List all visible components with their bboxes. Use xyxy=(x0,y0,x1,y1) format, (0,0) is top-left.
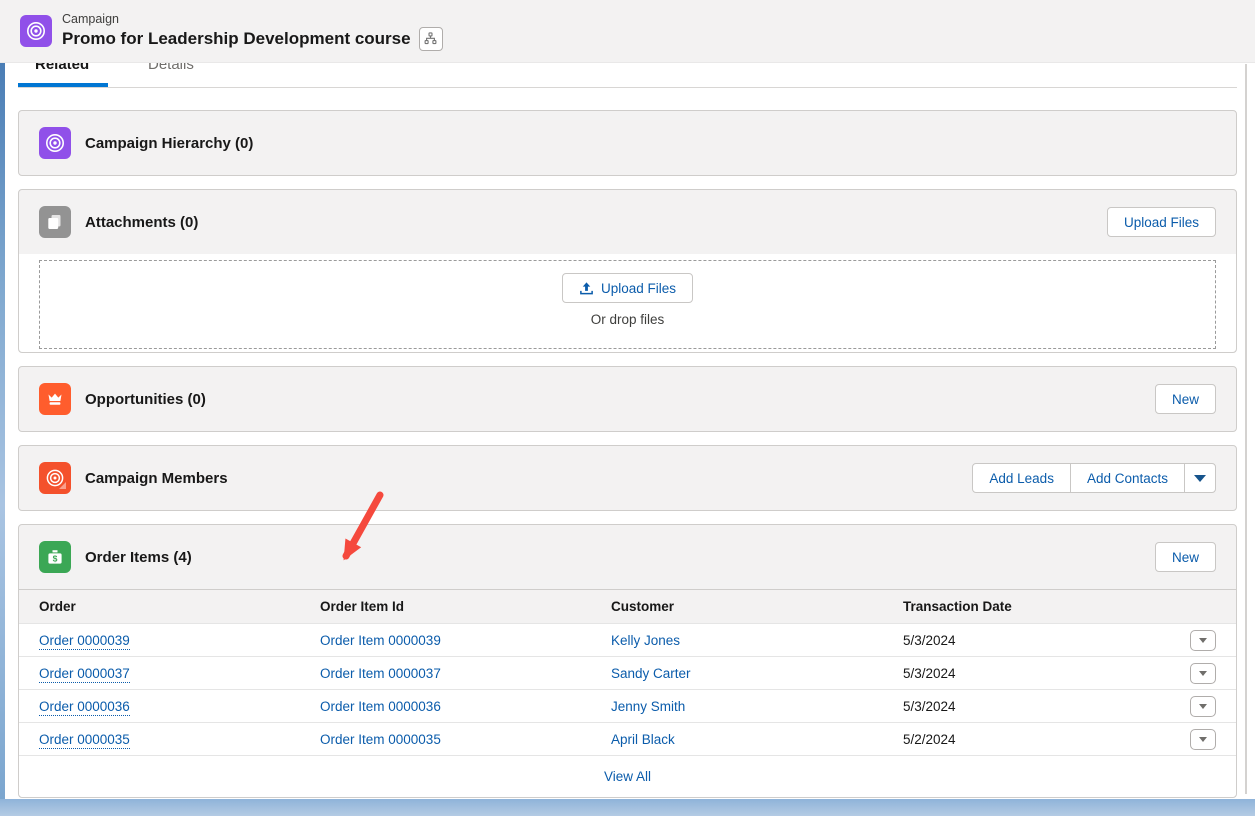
desktop-background-bottom xyxy=(0,799,1255,816)
order-items-card: $ Order Items (4) New OrderOrder Item Id… xyxy=(18,524,1237,798)
chevron-down-icon xyxy=(1194,475,1206,482)
tab-related[interactable]: Related xyxy=(35,63,89,73)
dropdown-icon xyxy=(1199,671,1207,676)
page-title: Promo for Leadership Development course xyxy=(62,28,411,49)
scrollbar-track[interactable] xyxy=(1245,64,1247,794)
campaign-hierarchy-title: Campaign Hierarchy (0) xyxy=(85,135,253,152)
opportunities-card: Opportunities (0) New xyxy=(18,366,1237,432)
opportunities-icon xyxy=(39,383,71,415)
desktop-background-left xyxy=(0,63,5,799)
order-item-id-link[interactable]: Order Item 0000039 xyxy=(320,633,441,648)
customer-link[interactable]: Kelly Jones xyxy=(611,633,680,648)
row-actions-button[interactable] xyxy=(1190,696,1216,717)
table-row: Order 0000036 Order Item 0000036 Jenny Smi… xyxy=(19,689,1236,722)
row-actions-button[interactable] xyxy=(1190,630,1216,651)
order-items-new-button[interactable]: New xyxy=(1155,542,1216,572)
add-leads-button[interactable]: Add Leads xyxy=(972,463,1071,493)
row-actions-button[interactable] xyxy=(1190,663,1216,684)
transaction-date: 5/3/2024 xyxy=(903,699,956,714)
campaign-hierarchy-icon xyxy=(39,127,71,159)
opportunities-new-button[interactable]: New xyxy=(1155,384,1216,414)
view-hierarchy-button[interactable] xyxy=(419,27,443,51)
table-row: Order 0000039 Order Item 0000039 Kelly Jon… xyxy=(19,623,1236,656)
order-items-table: OrderOrder Item IdCustomerTransaction Da… xyxy=(19,589,1236,797)
order-link[interactable]: Order 0000036 xyxy=(39,699,130,716)
add-contacts-button[interactable]: Add Contacts xyxy=(1070,463,1185,493)
column-header-order[interactable]: Order xyxy=(39,599,320,614)
view-all-link[interactable]: View All xyxy=(604,769,651,784)
order-item-id-link[interactable]: Order Item 0000035 xyxy=(320,732,441,747)
order-item-id-link[interactable]: Order Item 0000036 xyxy=(320,699,441,714)
related-lists: Campaign Hierarchy (0) Attachments (0) U… xyxy=(18,110,1237,798)
dropzone-upload-files-button[interactable]: Upload Files xyxy=(562,273,693,303)
drop-files-hint: Or drop files xyxy=(591,312,665,327)
attachments-title: Attachments (0) xyxy=(85,214,198,231)
file-dropzone[interactable]: Upload Files Or drop files xyxy=(39,260,1216,349)
upload-icon xyxy=(579,281,594,296)
campaign-icon xyxy=(20,15,52,47)
active-tab-indicator xyxy=(18,83,108,87)
attachments-icon xyxy=(39,206,71,238)
record-header: Campaign Promo for Leadership Developmen… xyxy=(0,0,1255,63)
transaction-date: 5/3/2024 xyxy=(903,633,956,648)
hierarchy-icon xyxy=(424,32,437,45)
order-link[interactable]: Order 0000037 xyxy=(39,666,130,683)
upload-files-button[interactable]: Upload Files xyxy=(1107,207,1216,237)
order-items-header-row: OrderOrder Item IdCustomerTransaction Da… xyxy=(19,590,1236,623)
dropdown-icon xyxy=(1199,704,1207,709)
row-actions-button[interactable] xyxy=(1190,729,1216,750)
column-header-order-item-id[interactable]: Order Item Id xyxy=(320,599,611,614)
order-link[interactable]: Order 0000035 xyxy=(39,732,130,749)
dropdown-icon xyxy=(1199,737,1207,742)
record-tabs: Related Details xyxy=(18,63,1237,88)
tab-details[interactable]: Details xyxy=(148,63,194,73)
campaign-hierarchy-card: Campaign Hierarchy (0) xyxy=(18,110,1237,176)
transaction-date: 5/2/2024 xyxy=(903,732,956,747)
campaign-members-more-actions-button[interactable] xyxy=(1184,463,1216,493)
entity-label: Campaign xyxy=(62,12,443,27)
order-items-body: Order 0000039 Order Item 0000039 Kelly Jon… xyxy=(19,623,1236,755)
column-header-transaction-date[interactable]: Transaction Date xyxy=(903,599,1143,614)
attachments-card: Attachments (0) Upload Files Upload xyxy=(18,189,1237,353)
customer-link[interactable]: April Black xyxy=(611,732,675,747)
svg-text:$: $ xyxy=(53,553,58,563)
transaction-date: 5/3/2024 xyxy=(903,666,956,681)
table-row: Order 0000037 Order Item 0000037 Sandy Car… xyxy=(19,656,1236,689)
customer-link[interactable]: Sandy Carter xyxy=(611,666,691,681)
salesforce-campaign-record-page: Campaign Promo for Leadership Developmen… xyxy=(0,0,1255,816)
campaign-members-card: Campaign Members Add Leads Add Contacts xyxy=(18,445,1237,511)
opportunities-title: Opportunities (0) xyxy=(85,391,206,408)
campaign-members-title: Campaign Members xyxy=(85,470,228,487)
campaign-members-icon xyxy=(39,462,71,494)
column-header-customer[interactable]: Customer xyxy=(611,599,903,614)
customer-link[interactable]: Jenny Smith xyxy=(611,699,685,714)
order-link[interactable]: Order 0000039 xyxy=(39,633,130,650)
dropdown-icon xyxy=(1199,638,1207,643)
order-item-id-link[interactable]: Order Item 0000037 xyxy=(320,666,441,681)
order-items-title: Order Items (4) xyxy=(85,549,192,566)
table-row: Order 0000035 Order Item 0000035 April Bla… xyxy=(19,722,1236,755)
order-items-icon: $ xyxy=(39,541,71,573)
